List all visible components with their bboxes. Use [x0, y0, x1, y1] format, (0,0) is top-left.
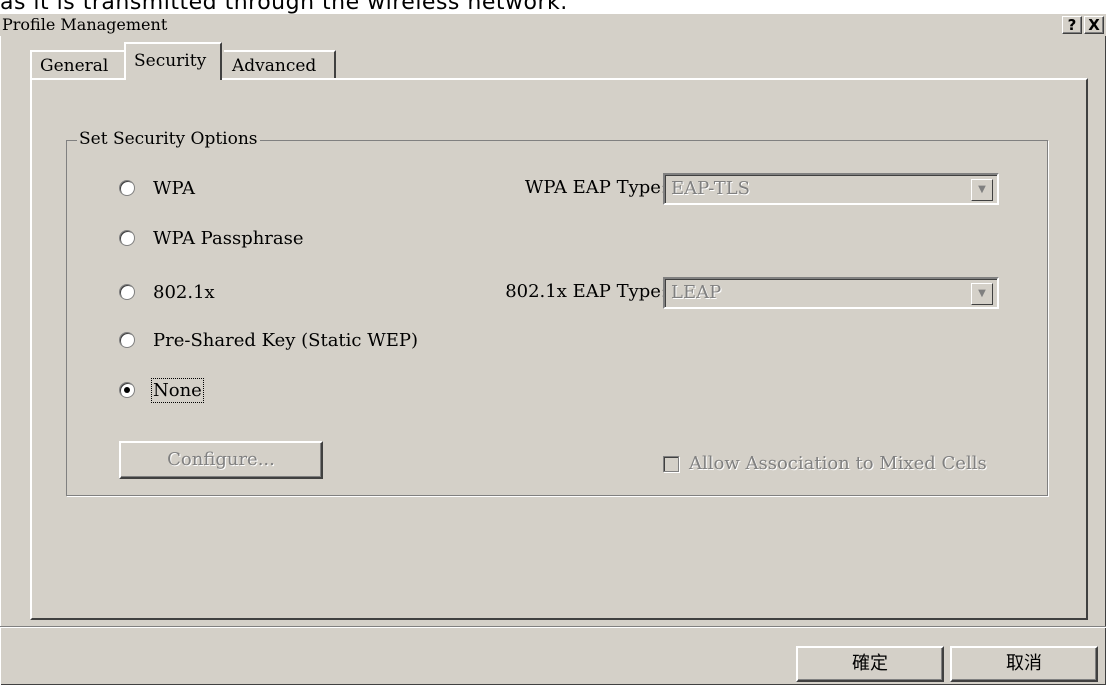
radio-8021x-label: 802.1x [153, 281, 215, 303]
ok-button[interactable]: 確定 [796, 646, 944, 682]
tab-security[interactable]: Security [124, 42, 222, 80]
window-title: Profile Management [2, 15, 168, 34]
radio-wpa-circle[interactable] [119, 180, 135, 196]
close-icon[interactable]: X [1084, 16, 1104, 34]
mixed-cells-label: Allow Association to Mixed Cells [689, 453, 987, 474]
wpa-eap-type-label: WPA EAP Type: [524, 177, 667, 198]
title-bar: Profile Management ? X [0, 14, 1106, 36]
radio-wpa-passphrase-label: WPA Passphrase [153, 227, 304, 249]
radio-wpa-passphrase-circle[interactable] [119, 230, 135, 246]
security-options-group: Set Security Options WPA WPA Passphrase … [66, 129, 1048, 496]
profile-management-dialog: Profile Management ? X General Security … [0, 14, 1106, 685]
radio-wpa[interactable]: WPA [119, 175, 195, 201]
group-label: Set Security Options [77, 129, 260, 149]
wpa-eap-type-value: EAP-TLS [671, 178, 750, 199]
radio-pre-shared-key-label: Pre-Shared Key (Static WEP) [153, 329, 418, 351]
radio-8021x-circle[interactable] [119, 284, 135, 300]
radio-none-label: None [151, 377, 204, 403]
configure-button[interactable]: Configure... [119, 441, 323, 479]
radio-pre-shared-key[interactable]: Pre-Shared Key (Static WEP) [119, 327, 418, 353]
mixed-cells-option[interactable]: Allow Association to Mixed Cells [663, 453, 987, 474]
help-icon[interactable]: ? [1062, 16, 1082, 34]
radio-pre-shared-key-circle[interactable] [119, 332, 135, 348]
radio-none-circle[interactable] [119, 382, 135, 398]
cancel-button[interactable]: 取消 [950, 646, 1098, 682]
radio-wpa-passphrase[interactable]: WPA Passphrase [119, 225, 304, 251]
caption-text: as it is transmitted through the wireles… [0, 0, 568, 14]
chevron-down-icon[interactable]: ▼ [971, 179, 993, 201]
wpa-eap-type-select[interactable]: EAP-TLS ▼ [663, 173, 999, 205]
radio-8021x[interactable]: 802.1x [119, 279, 215, 305]
tab-advanced[interactable]: Advanced [224, 50, 336, 78]
radio-selected-dot [124, 387, 130, 393]
radio-none[interactable]: None [119, 377, 204, 403]
dot1x-eap-type-value: LEAP [671, 282, 722, 303]
radio-wpa-label: WPA [153, 177, 195, 199]
chevron-down-icon[interactable]: ▼ [971, 283, 993, 305]
tab-general[interactable]: General [30, 50, 126, 78]
security-tab-panel: Set Security Options WPA WPA Passphrase … [30, 78, 1088, 620]
mixed-cells-checkbox[interactable] [663, 455, 679, 472]
footer-divider [0, 626, 1106, 628]
dot1x-eap-type-select[interactable]: LEAP ▼ [663, 277, 999, 309]
dot1x-eap-type-label: 802.1x EAP Type: [505, 281, 667, 302]
